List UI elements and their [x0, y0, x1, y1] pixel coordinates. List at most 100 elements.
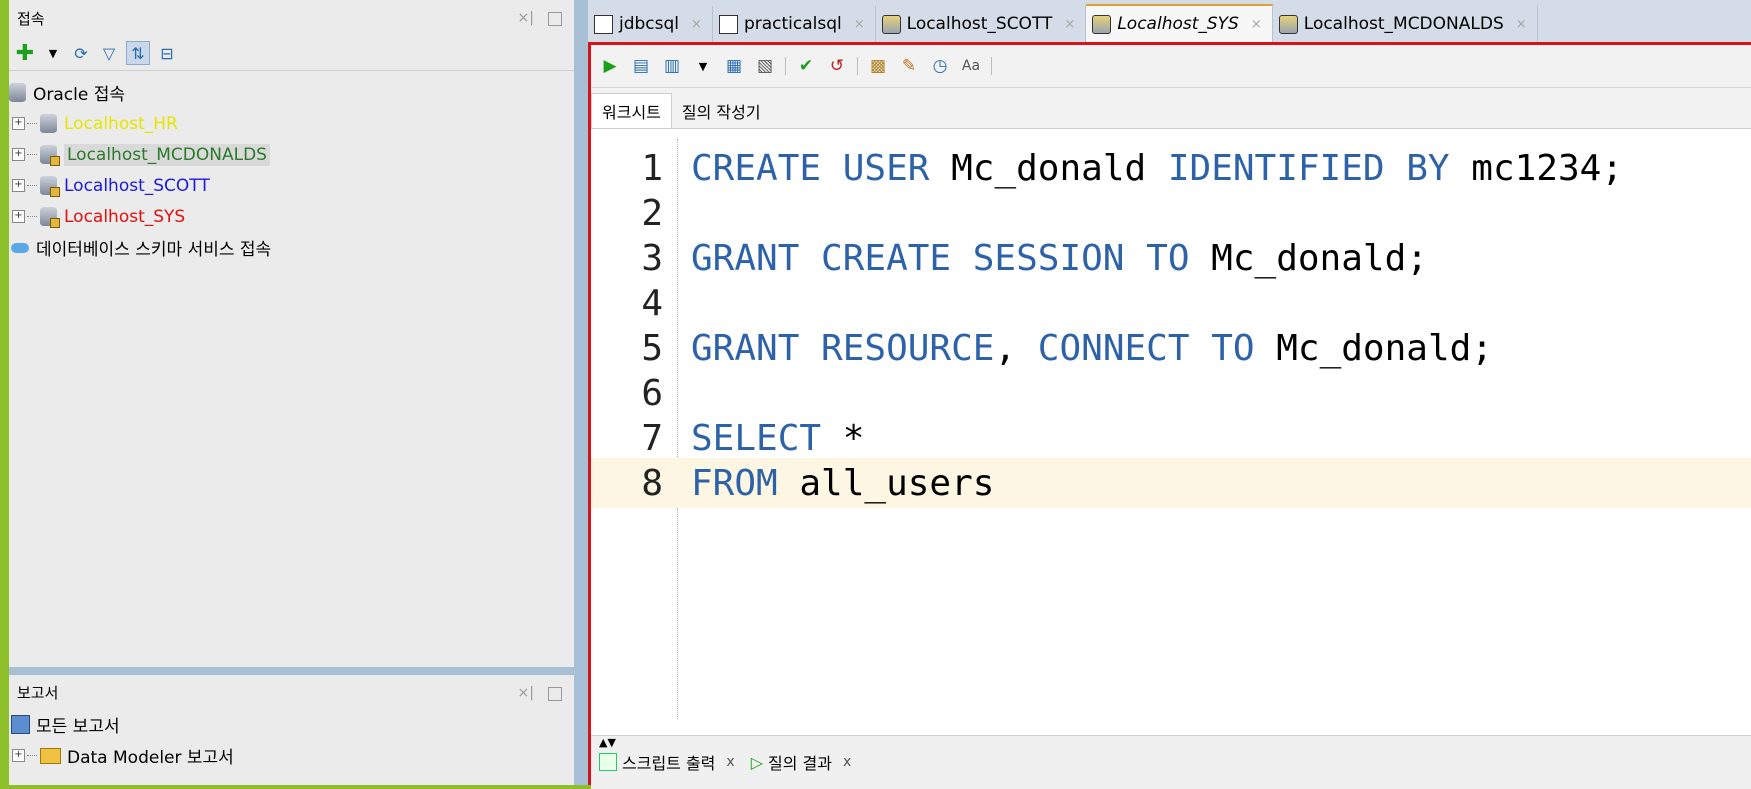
editor-tab[interactable]: Localhost_SCOTT × [876, 6, 1087, 42]
explain-plan-icon[interactable]: ▦ [723, 55, 745, 77]
dropdown-arrow-icon[interactable]: ▼ [42, 42, 64, 64]
code-text: GRANT RESOURCE, CONNECT TO Mc_donald; [677, 328, 1493, 369]
sql-tuning-icon[interactable]: ▧ [754, 55, 776, 77]
minimize-panel-icon[interactable] [548, 12, 562, 26]
editor-tab[interactable]: Localhost_MCDONALDS × [1273, 6, 1538, 42]
close-tab-icon[interactable]: × [854, 17, 865, 32]
sort-icon[interactable]: ⇅ [126, 41, 150, 65]
tab-worksheet[interactable]: 워크시트 [591, 93, 672, 128]
autotrace-icon[interactable]: ▥ [661, 55, 683, 77]
sql-keyword: IDENTIFIED BY [1167, 147, 1450, 189]
connection-item[interactable]: + Localhost_SYS [9, 201, 574, 232]
sql-text: * [821, 417, 865, 459]
connections-panel-title: 접속 [17, 9, 45, 28]
expand-icon[interactable]: + [12, 210, 25, 223]
expand-icon[interactable]: + [12, 179, 25, 192]
connection-item[interactable]: + Localhost_MCDONALDS [9, 139, 574, 170]
script-output-icon [599, 753, 617, 771]
connections-toolbar: ✚ ▼ ⟳ ▽ ⇅ ⊟ [9, 36, 574, 71]
sql-keyword: GRANT CREATE SESSION TO [691, 237, 1190, 279]
oracle-connections-label: Oracle 접속 [33, 85, 126, 105]
code-line[interactable]: 7 SELECT * [591, 413, 1751, 463]
tab-worksheet-label: 워크시트 [602, 103, 661, 122]
sql-text: Mc_donald; [1189, 237, 1428, 279]
report-icon [11, 715, 30, 734]
sql-editor[interactable]: 1 CREATE USER Mc_donald IDENTIFIED BY mc1… [591, 139, 1751, 719]
all-reports-label: 모든 보고서 [36, 717, 120, 737]
unshared-sql-icon[interactable]: ▩ [867, 55, 889, 77]
query-result-icon: ▷ [750, 752, 764, 772]
connections-panel-header: 접속 ×| [9, 0, 574, 36]
expand-collapse-arrows-icon[interactable]: ▲▼ [599, 736, 616, 749]
editor-tab[interactable]: Localhost_SYS × [1086, 4, 1273, 42]
sql-keyword: CREATE USER [691, 147, 930, 189]
sql-connection-icon [881, 14, 901, 34]
commit-icon[interactable]: ✔ [795, 55, 817, 77]
refresh-icon[interactable]: ⟳ [70, 42, 92, 64]
clear-icon[interactable]: ✎ [898, 55, 920, 77]
run-script-icon[interactable]: ▤ [630, 55, 652, 77]
sql-text: all_users [777, 462, 995, 504]
close-tab-icon[interactable]: × [1064, 17, 1075, 32]
format-case-icon[interactable]: Aa [960, 55, 982, 77]
editor-tab-label: practicalsql [743, 14, 842, 34]
oracle-connections-root[interactable]: Oracle 접속 [9, 77, 574, 108]
line-number: 6 [641, 372, 663, 414]
line-number: 3 [641, 237, 663, 279]
all-reports-item[interactable]: 모든 보고서 [9, 709, 574, 740]
sql-history-icon[interactable]: ◷ [929, 55, 951, 77]
cloud-schema-service-item[interactable]: 데이터베이스 스키마 서비스 접속 [9, 232, 574, 263]
sql-file-icon [594, 14, 613, 34]
close-tab-icon[interactable]: × [1251, 17, 1262, 32]
code-line[interactable]: 3 GRANT CREATE SESSION TO Mc_donald; [591, 233, 1751, 283]
code-line[interactable]: 4 [591, 278, 1751, 328]
rollback-icon[interactable]: ↺ [826, 55, 848, 77]
code-line[interactable]: 8 FROM all_users [591, 458, 1751, 508]
expand-icon[interactable]: + [12, 749, 25, 762]
code-text: SELECT * [677, 418, 864, 459]
code-line[interactable]: 2 [591, 188, 1751, 238]
connection-item[interactable]: + Localhost_SCOTT [9, 170, 574, 201]
database-connection-icon [40, 114, 57, 133]
vertical-splitter[interactable] [574, 0, 588, 785]
output-bar: ▲▼ 스크립트 출력 x ▷ 질의 결과 x [591, 735, 1751, 789]
close-tab-icon[interactable]: x [843, 754, 851, 770]
worksheet-frame: ▶ ▤ ▥ ▼ ▦ ▧ ✔ ↺ ▩ ✎ ◷ Aa 워크시트 질의 작성기 1 C… [588, 42, 1751, 789]
close-panel-icon[interactable]: ×| [518, 685, 534, 701]
close-tab-icon[interactable]: × [691, 17, 702, 32]
code-line[interactable]: 1 CREATE USER Mc_donald IDENTIFIED BY mc1… [591, 143, 1751, 193]
tab-query-builder[interactable]: 질의 작성기 [672, 94, 771, 128]
close-tab-icon[interactable]: x [726, 754, 734, 770]
sql-text: Mc_donald [929, 147, 1168, 189]
connections-panel: 접속 ×| ✚ ▼ ⟳ ▽ ⇅ ⊟ Oracle 접속 + Localhost_H… [9, 0, 574, 667]
code-line[interactable]: 6 [591, 368, 1751, 418]
minimize-panel-icon[interactable] [548, 687, 562, 701]
filter-icon[interactable]: ▽ [98, 42, 120, 64]
data-modeler-reports-item[interactable]: + Data Modeler 보고서 [9, 740, 574, 771]
editor-tab-label: Localhost_MCDONALDS [1303, 14, 1504, 34]
editor-tab[interactable]: jdbcsql × [588, 6, 713, 42]
collapse-icon[interactable]: ⊟ [156, 42, 178, 64]
editor-area: jdbcsql × practicalsql × Localhost_SCOTT × Loc… [588, 0, 1751, 789]
expand-icon[interactable]: + [12, 148, 25, 161]
reports-panel: 보고서 ×| 모든 보고서 + Data Modeler 보고서 [9, 675, 574, 785]
dropdown-arrow-icon[interactable]: ▼ [692, 55, 714, 77]
connection-label: Localhost_SYS [64, 206, 186, 227]
connection-item[interactable]: + Localhost_HR [9, 108, 574, 139]
left-edge-bar [0, 0, 9, 785]
database-connection-icon [40, 176, 60, 197]
editor-tab[interactable]: practicalsql × [713, 6, 876, 42]
close-panel-icon[interactable]: ×| [518, 10, 534, 26]
code-line[interactable]: 5 GRANT RESOURCE, CONNECT TO Mc_donald; [591, 323, 1751, 373]
database-connection-icon [40, 145, 60, 166]
line-number: 4 [641, 282, 663, 324]
data-modeler-reports-label: Data Modeler 보고서 [67, 748, 234, 768]
add-connection-icon[interactable]: ✚ [14, 41, 36, 66]
run-statement-icon[interactable]: ▶ [599, 55, 621, 77]
tab-script-output[interactable]: 스크립트 출력 x [599, 750, 735, 774]
expand-icon[interactable]: + [12, 117, 25, 130]
close-tab-icon[interactable]: × [1516, 17, 1527, 32]
database-icon [9, 83, 26, 102]
horizontal-splitter[interactable] [9, 667, 574, 675]
tab-query-result[interactable]: ▷ 질의 결과 x [751, 750, 852, 774]
